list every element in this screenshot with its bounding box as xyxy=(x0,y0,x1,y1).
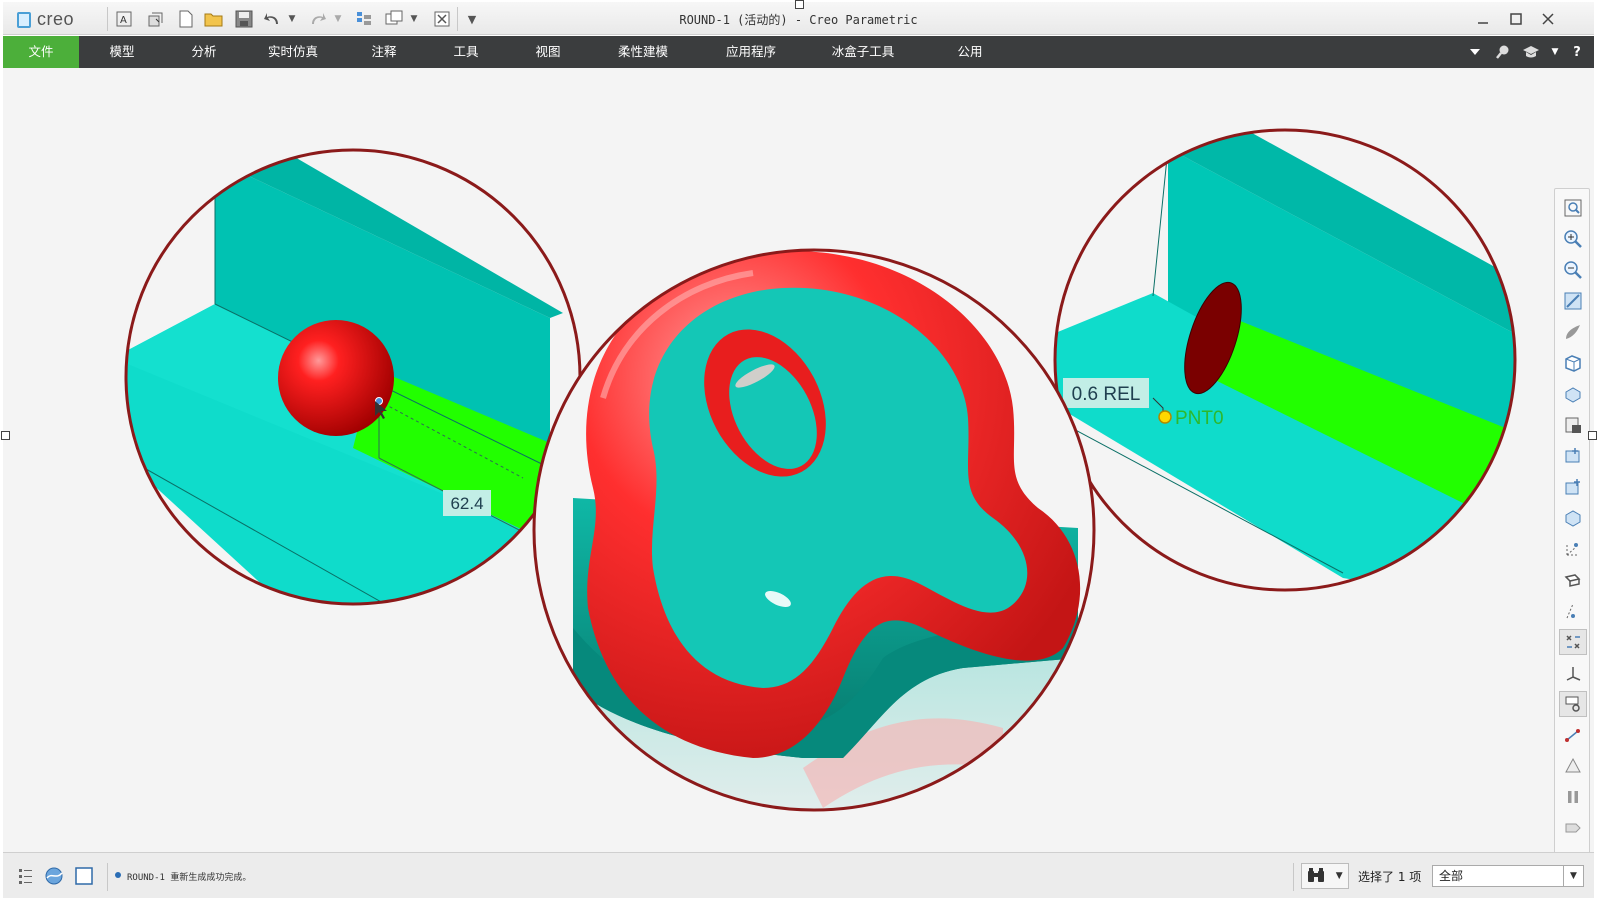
point-display-icon[interactable] xyxy=(1559,505,1587,531)
logo-text: creo xyxy=(37,9,75,29)
find-dropdown-icon[interactable]: ▼ xyxy=(1336,871,1343,881)
collapse-ribbon-icon[interactable] xyxy=(1465,42,1485,62)
maximize-icon[interactable] xyxy=(1503,6,1529,32)
windows-dropdown-icon[interactable]: ▼ xyxy=(407,8,421,30)
zoom-in-icon[interactable] xyxy=(1559,226,1587,252)
toolbar-separator xyxy=(107,7,108,31)
datum-plane-icon[interactable] xyxy=(1559,629,1587,655)
csys-icon[interactable] xyxy=(1559,722,1587,748)
status-separator xyxy=(107,863,108,891)
perspective-icon[interactable] xyxy=(1559,412,1587,438)
tab-annotate[interactable]: 注释 xyxy=(351,36,417,68)
learning-icon[interactable] xyxy=(1521,42,1541,62)
minimize-icon[interactable] xyxy=(1470,6,1496,32)
tab-tools[interactable]: 工具 xyxy=(433,36,499,68)
search-icon[interactable] xyxy=(1493,42,1513,62)
open-folder-icon[interactable] xyxy=(203,8,225,30)
status-bar: ROUND-1 重新生成成功完成。 ▼ 选择了 1 项 全部 ▼ xyxy=(3,852,1594,898)
status-message: ROUND-1 重新生成成功完成。 xyxy=(127,873,252,883)
redo-dropdown-icon[interactable]: ▼ xyxy=(331,8,345,30)
datum-point-marker[interactable] xyxy=(1158,410,1172,424)
parameter-label[interactable]: 0.6 REL xyxy=(1072,384,1141,405)
zoom-out-icon[interactable] xyxy=(1559,257,1587,283)
close-window-icon[interactable] xyxy=(431,8,453,30)
datum-axis-icon[interactable] xyxy=(1559,660,1587,686)
resize-handle-left[interactable] xyxy=(1,431,10,440)
tab-live-simulation[interactable]: 实时仿真 xyxy=(253,36,333,68)
svg-text:A: A xyxy=(120,15,127,26)
creo-logo: creo xyxy=(17,9,74,30)
axis-display-icon[interactable] xyxy=(1559,474,1587,500)
status-separator xyxy=(1293,863,1294,891)
tab-view[interactable]: 视图 xyxy=(515,36,581,68)
center-detail-callout xyxy=(532,248,1096,812)
tab-file[interactable]: 文件 xyxy=(3,36,79,68)
tab-analysis[interactable]: 分析 xyxy=(171,36,237,68)
close-icon[interactable] xyxy=(1535,6,1561,32)
sketch-icon[interactable] xyxy=(1559,753,1587,779)
graphics-window[interactable]: 62.4 0.6 REL PNT0 xyxy=(3,68,1594,871)
undo-dropdown-icon[interactable]: ▼ xyxy=(285,8,299,30)
chevron-down-icon[interactable]: ▼ xyxy=(1563,866,1583,886)
windows-icon[interactable] xyxy=(383,8,405,30)
left-detail-callout: 62.4 xyxy=(124,148,582,606)
selection-filter-select[interactable]: 全部 ▼ xyxy=(1432,865,1584,887)
tab-flexible-modeling[interactable]: 柔性建模 xyxy=(603,36,683,68)
message-indicator-icon xyxy=(115,872,121,878)
learning-dropdown-icon[interactable]: ▼ xyxy=(1545,42,1565,62)
right-detail-callout: 0.6 REL PNT0 xyxy=(1053,128,1517,592)
refit-icon[interactable] xyxy=(1559,195,1587,221)
resize-handle-right[interactable] xyxy=(1588,431,1597,440)
save-icon[interactable] xyxy=(233,8,255,30)
next-icon[interactable] xyxy=(1559,815,1587,841)
graphics-window-icon[interactable] xyxy=(73,865,95,887)
binoculars-icon xyxy=(1307,867,1325,886)
point-label: PNT0 xyxy=(1175,408,1224,429)
browser-icon[interactable] xyxy=(43,865,65,887)
toolbar-separator xyxy=(457,7,458,31)
font-icon[interactable]: A xyxy=(113,8,135,30)
redo-icon[interactable] xyxy=(307,8,329,30)
pause-icon[interactable] xyxy=(1559,784,1587,810)
filter-value: 全部 xyxy=(1439,869,1464,883)
tab-applications[interactable]: 应用程序 xyxy=(711,36,791,68)
datum-point-icon[interactable] xyxy=(1559,691,1587,717)
model-tree-icon[interactable] xyxy=(15,865,37,887)
csys-display-icon[interactable] xyxy=(1559,536,1587,562)
tab-model[interactable]: 模型 xyxy=(89,36,155,68)
manager-icon[interactable] xyxy=(353,8,375,30)
dimension-value[interactable]: 62.4 xyxy=(450,494,483,513)
saved-orientations-icon[interactable] xyxy=(1559,350,1587,376)
regenerate-icon[interactable] xyxy=(145,8,167,30)
repaint-icon[interactable] xyxy=(1559,288,1587,314)
display-style-icon[interactable] xyxy=(1559,319,1587,345)
spin-center-icon[interactable] xyxy=(1559,567,1587,593)
tab-common[interactable]: 公用 xyxy=(937,36,1003,68)
help-icon[interactable]: ? xyxy=(1567,42,1587,62)
round-sphere xyxy=(278,320,394,436)
new-file-icon[interactable] xyxy=(175,8,197,30)
find-button[interactable]: ▼ xyxy=(1301,863,1349,889)
customize-icon[interactable]: ▼ xyxy=(461,8,483,30)
resize-handle-top[interactable] xyxy=(795,0,804,9)
tab-icebox-tools[interactable]: 冰盒子工具 xyxy=(813,36,913,68)
ribbon-tab-bar: 文件 模型 分析 实时仿真 注释 工具 视图 柔性建模 应用程序 冰盒子工具 公… xyxy=(3,36,1594,68)
graphics-toolbar xyxy=(1554,188,1590,871)
selection-count: 选择了 1 项 xyxy=(1358,870,1422,884)
undo-icon[interactable] xyxy=(261,8,283,30)
annotation-display-icon[interactable] xyxy=(1559,598,1587,624)
creo-logo-icon xyxy=(17,11,31,28)
model-viewport[interactable]: 62.4 0.6 REL PNT0 xyxy=(3,68,1594,852)
view-manager-icon[interactable] xyxy=(1559,381,1587,407)
plane-display-icon[interactable] xyxy=(1559,443,1587,469)
